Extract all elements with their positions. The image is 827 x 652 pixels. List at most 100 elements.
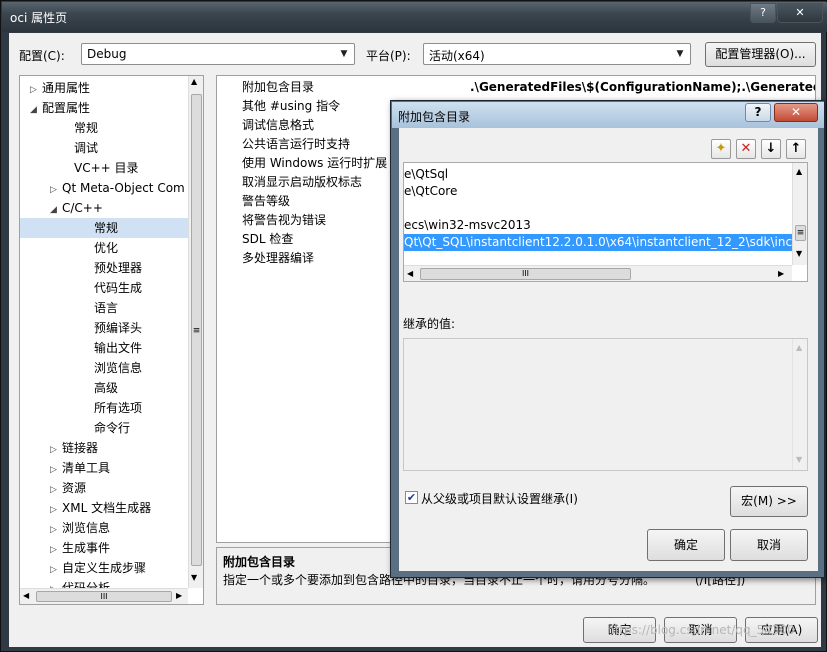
platform-combo[interactable]: 活动(x64) ▼ <box>423 43 691 65</box>
expander-icon[interactable]: ◢ <box>50 200 62 220</box>
tree-item[interactable]: 常规 <box>20 218 188 238</box>
tree-item-label: 资源 <box>62 481 87 495</box>
inherited-values-label: 继承的值: <box>403 317 456 331</box>
tree-item[interactable]: ◢ 配置属性 <box>30 98 90 118</box>
scroll-up-icon[interactable]: ▲ <box>796 167 802 176</box>
dialog-close-button[interactable]: ✕ <box>774 103 818 122</box>
tree-item[interactable]: 语言 <box>82 298 118 318</box>
property-name: 使用 Windows 运行时扩展 <box>242 156 388 170</box>
tree-item[interactable]: ▷ 链接器 <box>50 438 98 458</box>
tree-item[interactable]: 常规 <box>62 118 98 138</box>
list-vscrollbar[interactable]: ▲ ≡ ▼ <box>792 163 807 265</box>
scroll-left-icon[interactable]: ◀ <box>23 591 29 600</box>
tree-item[interactable]: 调试 <box>62 138 98 158</box>
move-down-icon[interactable]: ↓ <box>761 139 781 159</box>
property-name: 多处理器编译 <box>242 251 315 265</box>
tree-item[interactable]: ▷ 生成事件 <box>50 538 110 558</box>
scroll-right-icon[interactable]: ▶ <box>778 269 784 278</box>
expander-icon[interactable]: ▷ <box>50 460 62 480</box>
tree-item-label: 链接器 <box>62 441 99 455</box>
expander-icon[interactable]: ▷ <box>50 480 62 500</box>
inherit-checkbox[interactable]: ✔ <box>405 491 418 504</box>
macros-button[interactable]: 宏(M) >> <box>730 486 808 517</box>
tree-vscroll-thumb[interactable]: ≡ <box>191 94 202 566</box>
scroll-down-icon[interactable]: ▼ <box>191 573 197 582</box>
help-button[interactable]: ? <box>750 3 776 23</box>
scroll-down-icon[interactable]: ▼ <box>796 455 802 464</box>
directory-line[interactable]: Qt\Qt_SQL\instantclient12.2.0.1.0\x64\in… <box>404 234 807 251</box>
tree-item[interactable]: 高级 <box>82 378 118 398</box>
config-combo[interactable]: Debug ▼ <box>81 43 355 65</box>
tree-vscrollbar[interactable]: ▲ ≡ ▼ <box>188 76 203 588</box>
config-value: Debug <box>87 47 127 61</box>
expander-icon[interactable]: ▷ <box>50 180 62 200</box>
tree-item[interactable]: ▷ 清单工具 <box>50 458 110 478</box>
directory-line[interactable]: e\QtCore <box>404 183 457 200</box>
tree-item[interactable]: 代码生成 <box>82 278 142 298</box>
dialog-help-button[interactable]: ? <box>745 103 771 122</box>
directory-line[interactable]: e\QtSql <box>404 166 448 183</box>
property-name: 调试信息格式 <box>242 118 315 132</box>
list-hscroll-thumb[interactable]: III <box>420 268 631 280</box>
config-label: 配置(C): <box>19 49 65 63</box>
directory-line[interactable]: ecs\win32-msvc2013 <box>404 217 531 234</box>
tree-item-label: 高级 <box>94 381 119 395</box>
tree-item[interactable]: 预处理器 <box>82 258 142 278</box>
expander-icon[interactable]: ◢ <box>30 100 42 120</box>
scroll-left-icon[interactable]: ◀ <box>407 269 413 278</box>
close-button[interactable]: ✕ <box>777 3 823 23</box>
tree-item-label: 通用属性 <box>42 81 91 95</box>
dialog-title-bar: 附加包含目录 ? ✕ <box>392 102 824 128</box>
watermark: https://blog.csdn.net/qq_54300 <box>607 623 795 637</box>
scroll-down-icon[interactable]: ▼ <box>796 249 802 258</box>
tree-item[interactable]: ◢ C/C++ <box>50 198 103 218</box>
property-name: 将警告视为错误 <box>242 213 327 227</box>
list-vscroll-thumb[interactable]: ≡ <box>795 225 806 241</box>
tree-item-label: 所有选项 <box>94 401 143 415</box>
expander-icon[interactable]: ▷ <box>50 500 62 520</box>
expander-icon[interactable]: ▷ <box>50 520 62 540</box>
list-hscrollbar[interactable]: ◀ III ▶ <box>404 265 792 281</box>
tree-item[interactable]: ▷ 浏览信息 <box>50 518 110 538</box>
tree-item[interactable]: ▷ 自定义生成步骤 <box>50 558 146 578</box>
move-up-icon[interactable]: ↑ <box>786 139 806 159</box>
scroll-up-icon[interactable]: ▲ <box>191 77 197 86</box>
tree-item[interactable]: ▷ 资源 <box>50 478 86 498</box>
expander-icon[interactable]: ▷ <box>50 540 62 560</box>
tree-item[interactable]: VC++ 目录 <box>62 158 139 178</box>
tree-hscrollbar[interactable]: ◀ III ▶ <box>20 588 188 604</box>
tree-item[interactable]: ▷ 通用属性 <box>30 78 90 98</box>
new-line-icon[interactable]: ✦ <box>711 139 731 159</box>
tree-item[interactable]: 输出文件 <box>82 338 142 358</box>
tree-item[interactable]: 预编译头 <box>82 318 142 338</box>
category-tree[interactable]: ▷ 通用属性 ◢ 配置属性 常规 调试 VC++ 目录 ▷ Qt Meta-Object Com… <box>19 75 204 605</box>
property-row[interactable]: 附加包含目录 .\GeneratedFiles\$(ConfigurationNa… <box>217 78 815 97</box>
dialog-cancel-button[interactable]: 取消 <box>730 529 808 561</box>
dialog-ok-button[interactable]: 确定 <box>647 529 725 561</box>
tree-item[interactable]: 命令行 <box>82 418 130 438</box>
inherited-vscrollbar[interactable]: ▲ ▼ <box>792 339 807 470</box>
config-manager-button[interactable]: 配置管理器(O)... <box>705 42 816 67</box>
expander-icon[interactable]: ▷ <box>50 560 62 580</box>
tree-hscroll-thumb[interactable]: III <box>36 591 172 602</box>
tree-item[interactable]: 浏览信息 <box>82 358 142 378</box>
tree-item[interactable]: 优化 <box>82 238 118 258</box>
inherit-checkbox-label[interactable]: 从父级或项目默认设置继承(I) <box>421 490 578 507</box>
tree-item[interactable]: 所有选项 <box>82 398 142 418</box>
tree-item[interactable]: ▷ Qt Meta-Object Com <box>50 178 185 198</box>
property-name: 其他 #using 指令 <box>242 99 341 113</box>
directory-list[interactable]: e\QtSql e\QtCore ecs\win32-msvc2013 Qt\Qt_S… <box>403 162 808 282</box>
tree-item[interactable]: ▷ XML 文档生成器 <box>50 498 151 518</box>
window-title: oci 属性页 <box>10 11 68 25</box>
dialog-title: 附加包含目录 <box>398 110 471 124</box>
delete-icon[interactable]: ✕ <box>736 139 756 159</box>
expander-icon[interactable]: ▷ <box>50 440 62 460</box>
tree-item-label: XML 文档生成器 <box>62 501 152 515</box>
expander-icon[interactable]: ▷ <box>30 80 42 100</box>
scroll-right-icon[interactable]: ▶ <box>176 591 182 600</box>
tree-item-label: 命令行 <box>94 421 131 435</box>
scroll-up-icon[interactable]: ▲ <box>796 343 802 352</box>
tree-item-label: 自定义生成步骤 <box>62 561 147 575</box>
tree-item-label: 常规 <box>94 221 119 235</box>
dialog-client: ✦ ✕ ↓ ↑ e\QtSql e\QtCore ecs\win32-msvc201… <box>399 128 818 571</box>
